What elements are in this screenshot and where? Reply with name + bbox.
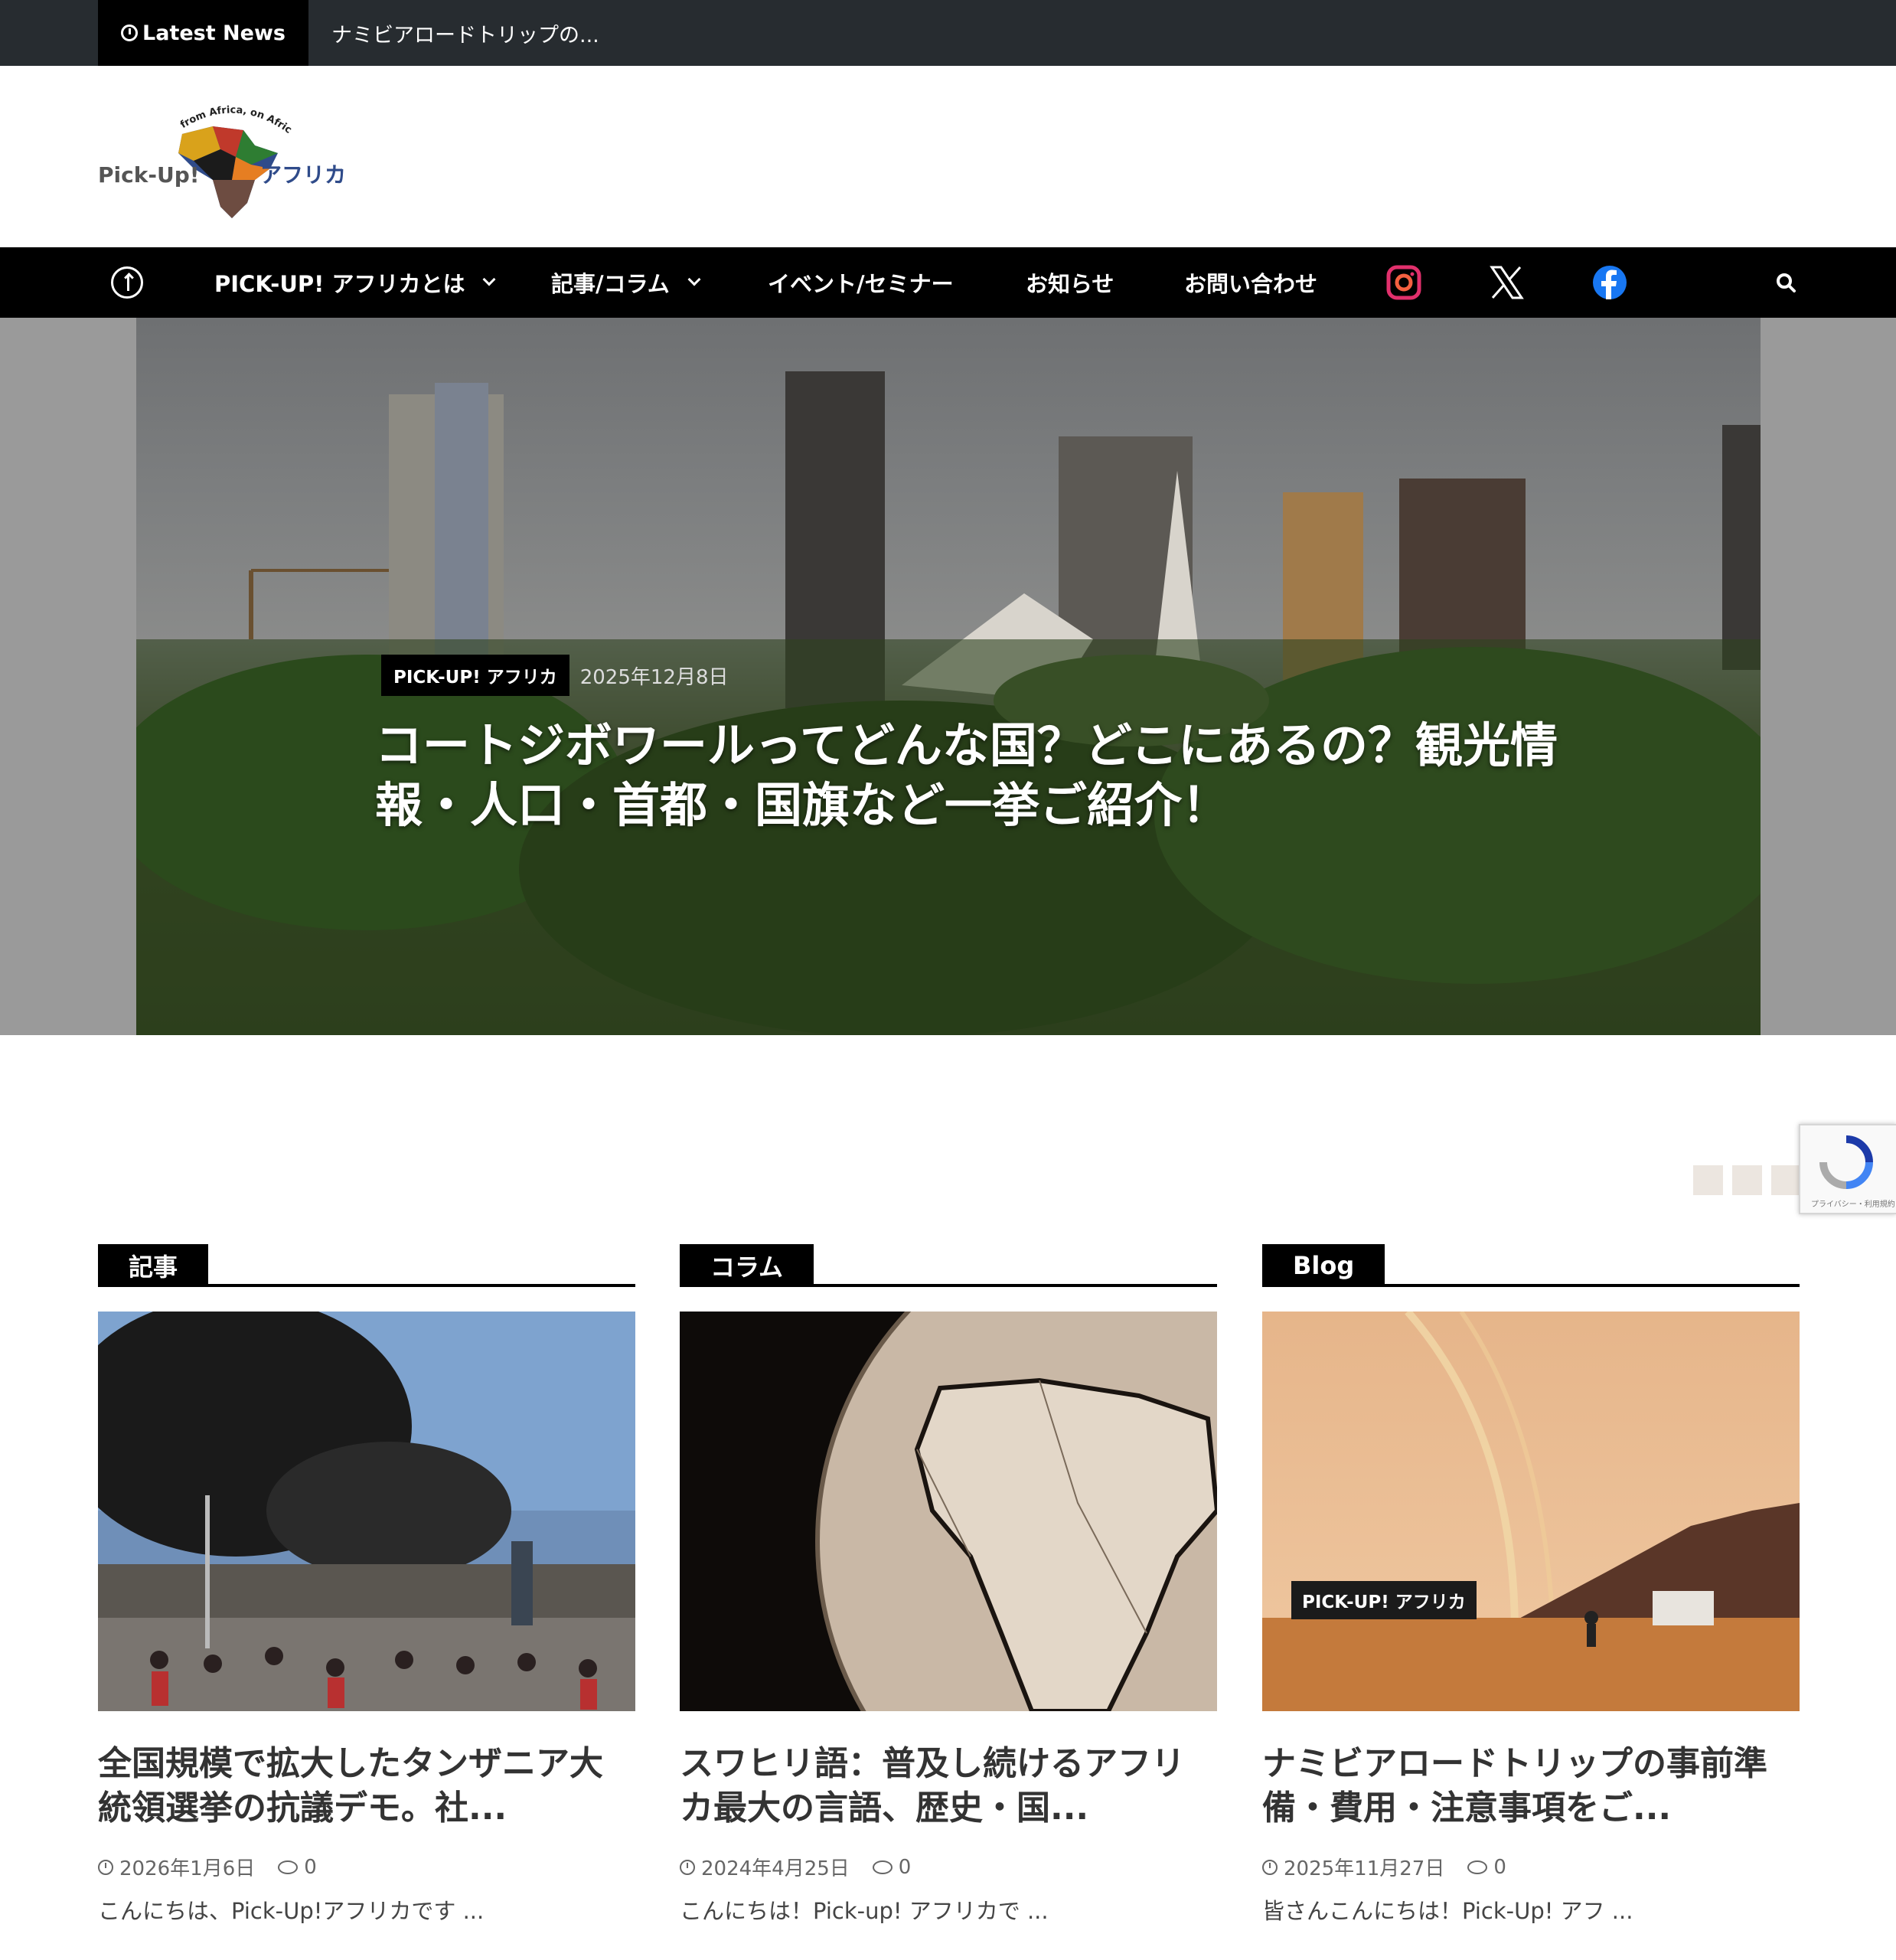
desert-photo — [1262, 1312, 1800, 1711]
column-header: コラム — [680, 1244, 1217, 1287]
recaptcha-badge[interactable]: プライバシー・利用規約 — [1799, 1124, 1896, 1214]
comment-icon — [278, 1860, 299, 1874]
nav-item-label: PICK-UP! アフリカとは — [214, 271, 465, 297]
column-blog: Blog PICK-UP! アフリカ ナミビアロードトリップの事前準備・費用・注… — [1262, 1244, 1800, 1924]
slider-dot[interactable] — [1732, 1165, 1762, 1195]
hero-slide[interactable]: PICK-UP! アフリカ 2025年12月8日 コートジボワールってどんな国？… — [136, 318, 1761, 1035]
arrow-up-circle-icon — [111, 266, 143, 299]
main-nav: PICK-UP! アフリカとは 記事/コラム イベント/セミナー お知らせ お問… — [0, 247, 1896, 318]
nav-item-articles[interactable]: 記事/コラム — [551, 247, 701, 318]
nav-item-events[interactable]: イベント/セミナー — [768, 247, 954, 318]
hero-title-link[interactable]: コートジボワールってどんな国？どこにあるの？観光情報・人口・首都・国旗など一挙ご… — [375, 716, 1569, 835]
comment-count[interactable]: 0 — [304, 1856, 317, 1879]
latest-news-label: Latest News — [98, 0, 308, 66]
clock-icon — [98, 1859, 113, 1875]
column-columns: コラム スワヒリ語：普及し続けるアフリカ最大の言語、歴史・国... 2024年4… — [680, 1244, 1217, 1924]
svg-text:Pick-Up!: Pick-Up! — [98, 162, 200, 188]
nav-item-news[interactable]: お知らせ — [1026, 247, 1114, 318]
post-meta: 2026年1月6日 0 — [98, 1853, 317, 1881]
post-excerpt: こんにちは、Pick-Up!アフリカです ... — [98, 1898, 485, 1924]
post-title-link[interactable]: スワヒリ語：普及し続けるアフリカ最大の言語、歴史・国... — [680, 1742, 1217, 1831]
nav-item-label: 記事/コラム — [551, 271, 670, 297]
nav-item-label: お問い合わせ — [1184, 271, 1318, 297]
hero-date: 2025年12月8日 — [579, 665, 729, 689]
news-ticker-link[interactable]: ナミビアロードトリップの... — [331, 0, 599, 66]
nav-item-label: お知らせ — [1026, 271, 1114, 297]
column-tab[interactable]: コラム — [680, 1244, 814, 1287]
city-skyline-photo — [136, 371, 1761, 1035]
nav-item-label: イベント/セミナー — [768, 271, 954, 297]
post-thumbnail[interactable] — [98, 1312, 635, 1711]
search-icon[interactable] — [1776, 273, 1796, 292]
globe-photo — [680, 1312, 1217, 1711]
column-header: 記事 — [98, 1244, 635, 1287]
column-articles: 記事 全国規模で拡大したタンザニア大統領選挙の抗議デモ。社... 2026年1月… — [98, 1244, 635, 1924]
clock-icon — [121, 24, 139, 41]
clock-icon — [1262, 1859, 1278, 1875]
column-tab[interactable]: 記事 — [98, 1244, 209, 1287]
hero-meta: PICK-UP! アフリカ 2025年12月8日 — [381, 655, 729, 696]
x-icon[interactable] — [1489, 265, 1524, 300]
facebook-icon[interactable] — [1592, 265, 1627, 300]
top-bar: Latest News ナミビアロードトリップの... — [0, 0, 1896, 66]
chevron-down-icon — [482, 273, 496, 286]
hero-category-badge[interactable]: PICK-UP! アフリカ — [381, 655, 569, 696]
slider-dot[interactable] — [1771, 1165, 1801, 1195]
clock-icon — [680, 1859, 695, 1875]
post-date[interactable]: 2026年1月6日 — [119, 1853, 255, 1881]
post-excerpt: こんにちは！Pick-up! アフリカで ... — [680, 1898, 1049, 1924]
comment-count[interactable]: 0 — [899, 1856, 912, 1879]
svg-text:アフリカ: アフリカ — [260, 162, 346, 188]
post-meta: 2025年11月27日 0 — [1262, 1853, 1506, 1881]
protest-photo — [98, 1312, 635, 1711]
post-title-link[interactable]: 全国規模で拡大したタンザニア大統領選挙の抗議デモ。社... — [98, 1742, 635, 1831]
post-category-badge[interactable]: PICK-UP! アフリカ — [1291, 1581, 1477, 1619]
nav-item-contact[interactable]: お問い合わせ — [1184, 247, 1317, 318]
latest-news-text: Latest News — [142, 21, 286, 45]
post-thumbnail[interactable] — [1262, 1312, 1800, 1711]
column-header: Blog — [1262, 1244, 1800, 1287]
recaptcha-icon — [1819, 1135, 1873, 1189]
svg-text:from Africa, on Africa: from Africa, on Africa — [98, 92, 294, 136]
comment-icon — [1467, 1860, 1488, 1874]
comment-count[interactable]: 0 — [1493, 1856, 1506, 1879]
column-tab[interactable]: Blog — [1262, 1244, 1385, 1287]
post-meta: 2024年4月25日 0 — [680, 1853, 911, 1881]
slider-dot[interactable] — [1693, 1165, 1723, 1195]
comment-icon — [872, 1860, 893, 1874]
post-excerpt: 皆さんこんにちは！Pick-Up! アフ ... — [1262, 1898, 1633, 1924]
chevron-down-icon — [687, 273, 701, 286]
back-to-top-button[interactable] — [111, 247, 143, 318]
instagram-icon[interactable] — [1386, 265, 1421, 300]
post-title-link[interactable]: ナミビアロードトリップの事前準備・費用・注意事項をご... — [1262, 1742, 1800, 1831]
post-date[interactable]: 2025年11月27日 — [1284, 1853, 1444, 1881]
post-thumbnail[interactable] — [680, 1312, 1217, 1711]
site-logo[interactable]: from Africa, on Africa Pick-Up! アフリカ — [95, 83, 366, 226]
post-date[interactable]: 2024年4月25日 — [701, 1853, 850, 1881]
recaptcha-text[interactable]: プライバシー・利用規約 — [1811, 1197, 1895, 1209]
africa-logo-icon: from Africa, on Africa Pick-Up! アフリカ — [95, 83, 346, 218]
nav-item-about[interactable]: PICK-UP! アフリカとは — [214, 247, 496, 318]
